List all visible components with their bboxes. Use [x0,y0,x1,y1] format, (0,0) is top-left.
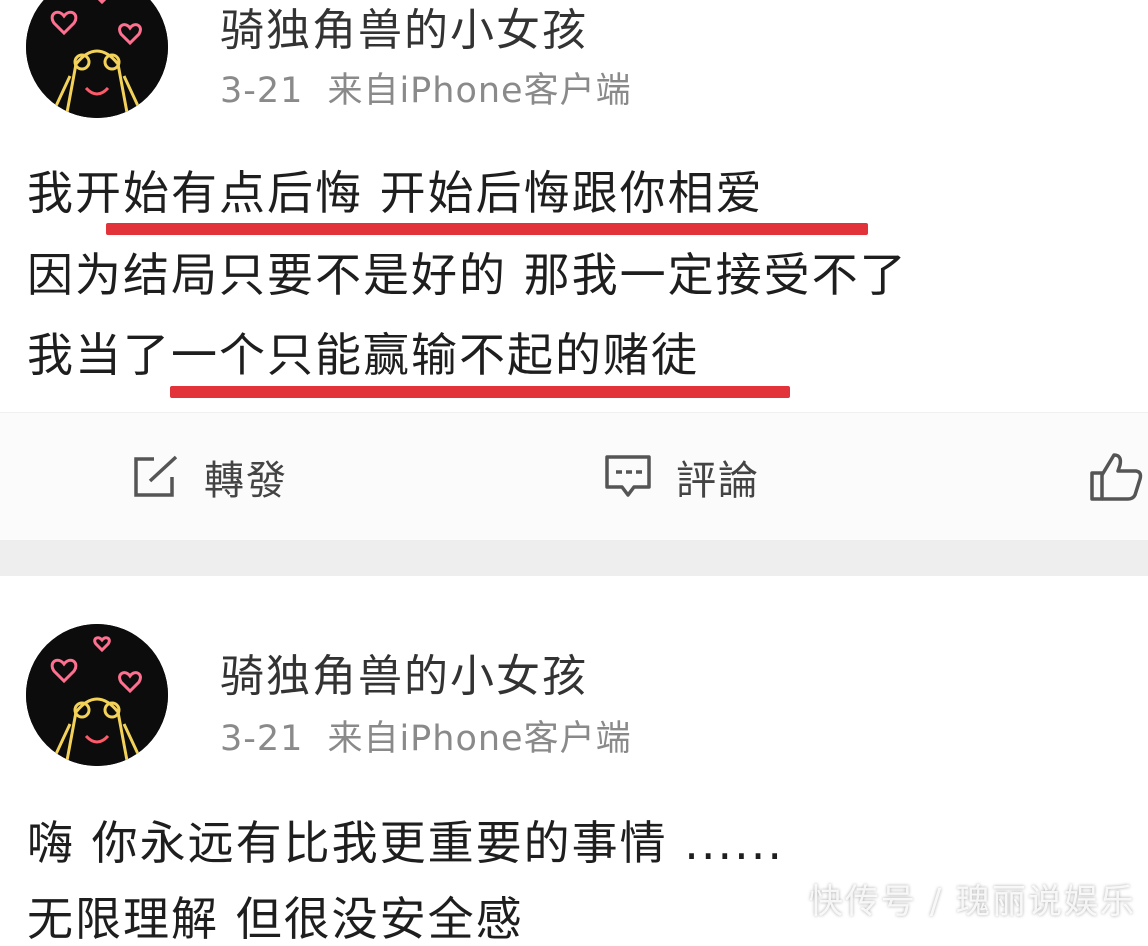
comment-button[interactable]: 評論 [604,449,760,505]
avatar-image [26,0,168,118]
highlight-underline-2 [170,386,790,398]
post-meta: 3-21 来自iPhone客户端 [220,710,632,761]
post-date: 3-21 [220,71,304,111]
like-thumb-icon [1090,453,1143,501]
repost-button[interactable]: 轉發 [132,449,288,505]
post-actions-bar: 轉發 評論 [0,412,1148,541]
avatar[interactable] [26,0,168,118]
avatar-image [26,624,168,766]
comment-label: 評論 [676,458,760,504]
username[interactable]: 骑独角兽的小女孩 [220,640,588,704]
watermark: 快传号 / 瑰丽说娱乐 [808,882,1136,922]
content-line-1: 嗨 你永远有比我更重要的事情 ...... [27,816,784,870]
highlight-underline-1 [106,223,868,235]
repost-label: 轉發 [204,458,288,504]
like-button[interactable] [1088,449,1148,505]
post-separator [0,540,1148,576]
post-date: 3-21 [220,719,304,759]
comment-icon [605,455,651,497]
username[interactable]: 骑独角兽的小女孩 [220,0,588,58]
post-source: 来自iPhone客户端 [327,71,632,111]
content-line-3: 我当了一个只能赢输不起的赌徒 [27,328,699,382]
content-line-2: 因为结局只要不是好的 那我一定接受不了 [27,248,908,302]
post-source: 来自iPhone客户端 [327,719,632,759]
content-line-2: 无限理解 但很没安全感 [27,892,524,946]
post-meta: 3-21 来自iPhone客户端 [220,62,632,113]
content-line-1: 我开始有点后悔 开始后悔跟你相爱 [27,166,764,220]
post-1: 骑独角兽的小女孩 3-21 来自iPhone客户端 我开始有点后悔 开始后悔跟你相… [0,0,1148,541]
avatar[interactable] [26,624,168,766]
post-2: 骑独角兽的小女孩 3-21 来自iPhone客户端 嗨 你永远有比我更重要的事情 … [0,576,1148,942]
repost-icon [134,455,178,497]
